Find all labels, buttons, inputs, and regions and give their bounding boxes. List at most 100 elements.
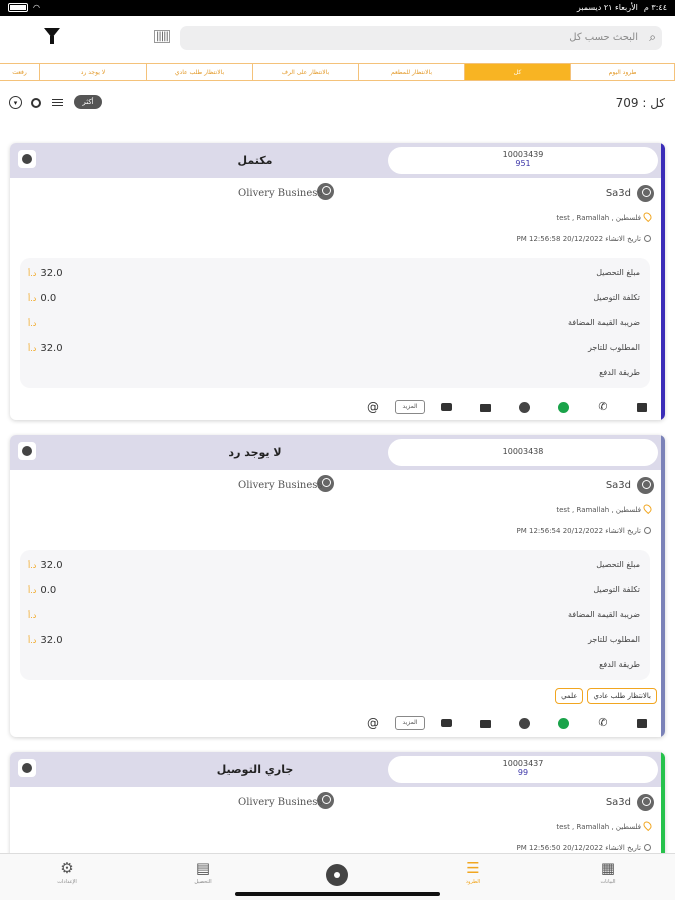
- whatsapp-icon[interactable]: [558, 402, 569, 413]
- status-tabs: رفعت لا يوجد رد بالانتظار طلب عادي بالان…: [0, 63, 675, 81]
- tag-waiting-normal[interactable]: بالانتظار طلب عادي: [587, 688, 657, 704]
- chevron-down-icon[interactable]: ▾: [9, 96, 22, 109]
- created-date: تاريخ الانشاء 20/12/2022 12:56:50 PM: [516, 844, 641, 852]
- collection-label: مبلغ التحصيل: [596, 560, 640, 569]
- tag-secondary[interactable]: علمي: [555, 688, 584, 704]
- customer-name: Sa3d: [605, 480, 631, 491]
- payment-method-label: طريقة الدفع: [599, 368, 640, 377]
- nav-data[interactable]: ▦ البيانات: [578, 859, 638, 886]
- order-id: 10003439: [502, 150, 544, 159]
- filter-icon[interactable]: [44, 28, 60, 44]
- tab-waiting-shelf[interactable]: بالانتظار على الرف: [253, 63, 359, 81]
- collection-label: مبلغ التحصيل: [596, 268, 640, 277]
- total-count: كل : 709: [615, 96, 665, 110]
- chat-icon[interactable]: [519, 718, 530, 729]
- merchant-due-row: المطلوب للتاجر 32.0د.أ: [20, 343, 650, 355]
- delivery-label: تكلفة التوصيل: [593, 293, 640, 302]
- center-action-button[interactable]: [326, 864, 348, 886]
- search-input[interactable]: ⌕ البحث حسب كل: [180, 26, 662, 50]
- comment-icon[interactable]: [441, 403, 452, 411]
- nav-orders[interactable]: ☰ الطرود: [443, 859, 503, 886]
- print-icon[interactable]: [637, 403, 647, 412]
- chat-icon[interactable]: [519, 402, 530, 413]
- more-actions-button[interactable]: المزيد: [395, 400, 425, 414]
- more-button[interactable]: أكثر: [74, 95, 102, 109]
- card-accent: [661, 752, 665, 862]
- menu-lines-icon[interactable]: [52, 99, 63, 106]
- barcode-scan-icon[interactable]: |||||: [154, 30, 170, 43]
- search-placeholder: البحث حسب كل: [569, 32, 638, 43]
- card-accent: [661, 435, 665, 737]
- document-icon: ▤: [195, 859, 211, 877]
- card-accent: [661, 143, 665, 420]
- sync-icon[interactable]: [18, 150, 36, 168]
- tab-waiting-restaurant[interactable]: بالانتظار للمطعم: [359, 63, 465, 81]
- home-indicator: [235, 892, 440, 896]
- count-row: ▾ أكثر كل : 709: [0, 93, 675, 113]
- vat-value: د.أ: [28, 611, 37, 620]
- created-date: تاريخ الانشاء 20/12/2022 12:56:58 PM: [516, 235, 641, 243]
- card-header: لا يوجد رد 10003438: [10, 435, 661, 470]
- search-row: ||||| ⌕ البحث حسب كل: [0, 26, 675, 52]
- more-actions-button[interactable]: المزيد: [395, 716, 425, 730]
- status-time: ٣:٤٤ م: [643, 3, 667, 12]
- order-status: لا يوجد رد: [228, 446, 282, 459]
- order-card[interactable]: جاري التوصيل 10003437 99 Sa3d Olivery Bu…: [10, 752, 665, 862]
- status-date: الأربعاء ٢١ ديسمبر: [576, 3, 638, 12]
- whatsapp-icon[interactable]: [558, 718, 569, 729]
- order-id: 10003438: [502, 447, 544, 456]
- grid-icon: ▦: [600, 859, 616, 877]
- wifi-icon: ◠: [33, 3, 40, 12]
- tab-waiting-normal[interactable]: بالانتظار طلب عادي: [147, 63, 253, 81]
- battery-icon: [8, 3, 28, 12]
- card-actions: @ المزيد ✆: [10, 400, 661, 416]
- location-text: فلسطين , test , Ramallah: [556, 823, 641, 831]
- sync-icon[interactable]: [18, 759, 36, 777]
- nav-collection[interactable]: ▤ التحصيل: [173, 859, 233, 886]
- order-id-pill[interactable]: 10003438: [388, 439, 658, 466]
- phone-icon[interactable]: ✆: [596, 716, 610, 730]
- card-header: مكتمل 10003439 951: [10, 143, 661, 178]
- location-text: فلسطين , test , Ramallah: [556, 214, 641, 222]
- collection-value: 32.0د.أ: [28, 268, 63, 279]
- location-pin-icon: [641, 819, 654, 832]
- phone-icon[interactable]: ✆: [596, 400, 610, 414]
- delivery-value: 0.0د.أ: [28, 293, 57, 304]
- order-id-pill[interactable]: 10003437 99: [388, 756, 658, 783]
- order-tags: بالانتظار طلب عادي علمي: [555, 688, 657, 704]
- tab-today[interactable]: طرود اليوم: [571, 63, 675, 81]
- merchant-name: Olivery Business: [238, 480, 323, 491]
- order-card[interactable]: مكتمل 10003439 951 Sa3d Olivery Business…: [10, 143, 665, 420]
- merchant-due-row: المطلوب للتاجر 32.0د.أ: [20, 635, 650, 647]
- card-header: جاري التوصيل 10003437 99: [10, 752, 661, 787]
- gear-icon: ⚙: [60, 859, 74, 877]
- print-icon[interactable]: [637, 719, 647, 728]
- tab-raised[interactable]: رفعت: [0, 63, 40, 81]
- clock-icon: [644, 527, 651, 534]
- clock-icon: [644, 235, 651, 242]
- location-pin-icon: [641, 210, 654, 223]
- tab-all[interactable]: كل: [465, 63, 571, 81]
- collection-row: مبلغ التحصيل 32.0د.أ: [20, 560, 650, 572]
- collection-row: مبلغ التحصيل 32.0د.أ: [20, 268, 650, 280]
- order-card[interactable]: لا يوجد رد 10003438 Sa3d Olivery Busines…: [10, 435, 665, 737]
- comment-icon[interactable]: [441, 719, 452, 727]
- search-icon: ⌕: [649, 30, 656, 44]
- order-status: جاري التوصيل: [216, 763, 294, 776]
- mail-icon[interactable]: [480, 404, 491, 412]
- amounts-panel: مبلغ التحصيل 32.0د.أ تكلفة التوصيل 0.0د.…: [20, 258, 650, 388]
- merchant-name: Olivery Business: [238, 797, 323, 808]
- merchant-due-label: المطلوب للتاجر: [588, 343, 640, 352]
- nav-collection-label: التحصيل: [194, 879, 212, 885]
- tab-no-answer[interactable]: لا يوجد رد: [40, 63, 147, 81]
- at-icon[interactable]: @: [366, 716, 380, 730]
- at-icon[interactable]: @: [366, 400, 380, 414]
- power-icon[interactable]: [31, 98, 41, 108]
- nav-settings[interactable]: ⚙ الإعدادات: [37, 859, 97, 886]
- sync-icon[interactable]: [18, 442, 36, 460]
- order-id-pill[interactable]: 10003439 951: [388, 147, 658, 174]
- list-icon: ☰: [466, 859, 480, 877]
- card-actions: @ المزيد ✆: [10, 716, 661, 732]
- mail-icon[interactable]: [480, 720, 491, 728]
- location-pin-icon: [641, 502, 654, 515]
